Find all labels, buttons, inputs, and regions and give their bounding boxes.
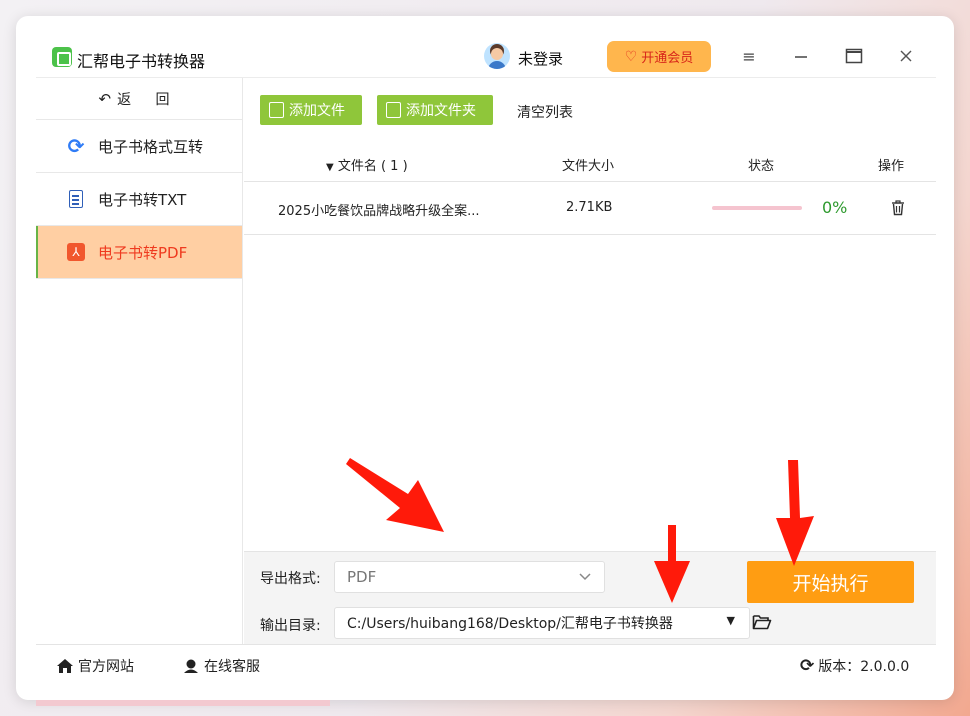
login-status[interactable]: 未登录: [518, 48, 563, 69]
output-dir-label: 输出目录:: [260, 618, 321, 634]
format-label: 导出格式:: [260, 571, 321, 587]
add-folder-label: 添加文件夹: [406, 103, 476, 119]
swap-icon: ⟳: [67, 134, 85, 158]
action-column-header: 操作: [878, 159, 905, 174]
format-value: PDF: [347, 568, 377, 586]
background-decoration: [36, 700, 330, 706]
filename-header-label: 文件名 ( 1 ): [337, 159, 408, 174]
size-column-header: 文件大小: [562, 159, 615, 174]
sidebar-item-format-convert[interactable]: ⟳ 电子书格式互转: [36, 120, 242, 173]
add-folder-button[interactable]: 添加文件夹: [377, 95, 493, 125]
official-website-link[interactable]: 官方网站: [56, 656, 134, 676]
menu-icon[interactable]: ≡: [736, 45, 762, 67]
sidebar-item-label: 电子书格式互转: [98, 137, 204, 156]
online-support-link[interactable]: 在线客服: [182, 656, 260, 676]
sidebar-item-label: 电子书转PDF: [98, 243, 188, 262]
version-label: 版本：2.0.0.0: [818, 659, 910, 675]
headset-icon: [184, 659, 198, 673]
back-button[interactable]: ↶ 返 回: [36, 78, 242, 120]
vip-label: 开通会员: [641, 51, 694, 66]
file-add-icon: [269, 102, 284, 118]
progress-percent: 0%: [822, 198, 848, 217]
add-file-button[interactable]: 添加文件: [260, 95, 362, 125]
file-name: 2025小吃餐饮品牌战略升级全案...: [278, 204, 480, 219]
app-title: 汇帮电子书转换器: [77, 52, 206, 71]
refresh-icon[interactable]: ⟳: [800, 656, 814, 676]
app-window: 汇帮电子书转换器 未登录 ♡ 开通会员 ≡ ↶ 返 回 ⟳ 电子书格式互转 电子…: [36, 36, 936, 684]
chevron-down-icon: [578, 569, 592, 587]
back-arrow-icon: ↶: [98, 89, 112, 108]
sidebar: ↶ 返 回 ⟳ 电子书格式互转 电子书转TXT ⅄ 电子书转PDF: [36, 78, 243, 644]
app-logo-icon: [52, 47, 72, 67]
start-button[interactable]: 开始执行: [747, 561, 914, 603]
footer: 官方网站 在线客服 ⟳ 版本：2.0.0.0: [36, 644, 936, 684]
version-info: ⟳ 版本：2.0.0.0: [800, 656, 909, 676]
website-label: 官方网站: [78, 659, 134, 675]
title-bar: 汇帮电子书转换器 未登录 ♡ 开通会员 ≡: [36, 36, 936, 78]
output-dir-value: C:/Users/huibang168/Desktop/汇帮电子书转换器: [347, 616, 673, 632]
delete-icon[interactable]: [889, 199, 907, 217]
file-size: 2.71KB: [566, 200, 613, 215]
vip-button[interactable]: ♡ 开通会员: [607, 41, 711, 72]
sidebar-item-label: 电子书转TXT: [98, 190, 187, 209]
maximize-icon[interactable]: [841, 45, 867, 67]
folder-open-icon[interactable]: [752, 614, 772, 630]
table-row[interactable]: 2025小吃餐饮品牌战略升级全案... 2.71KB 0%: [244, 182, 936, 235]
options-panel: 导出格式: PDF 输出目录: C:/Users/huibang168/Desk…: [244, 551, 936, 644]
close-icon[interactable]: [893, 45, 919, 67]
folder-add-icon: [386, 102, 401, 118]
progress-bar: [712, 206, 802, 210]
minimize-icon[interactable]: [788, 45, 814, 67]
back-label: 返 回: [117, 91, 180, 108]
sidebar-item-to-txt[interactable]: 电子书转TXT: [36, 173, 242, 226]
add-file-label: 添加文件: [289, 103, 345, 119]
clear-list-button[interactable]: 清空列表: [517, 102, 573, 122]
sidebar-item-to-pdf[interactable]: ⅄ 电子书转PDF: [36, 226, 242, 279]
document-icon: [69, 190, 83, 208]
pdf-icon: ⅄: [67, 243, 85, 261]
format-select[interactable]: PDF: [334, 561, 605, 593]
status-column-header: 状态: [748, 159, 775, 174]
avatar[interactable]: [484, 43, 510, 69]
heart-diamond-icon: ♡: [624, 48, 638, 65]
output-dir-select[interactable]: C:/Users/huibang168/Desktop/汇帮电子书转换器 ▼: [334, 607, 750, 639]
caret-down-icon: ▼: [726, 614, 735, 627]
home-icon: [57, 659, 73, 673]
file-table-header: ▼ 文件名 ( 1 ) 文件大小 状态 操作: [244, 144, 936, 182]
support-label: 在线客服: [204, 659, 260, 675]
sort-down-icon: ▼: [326, 162, 334, 173]
filename-column-header[interactable]: ▼ 文件名 ( 1 ): [326, 155, 408, 174]
